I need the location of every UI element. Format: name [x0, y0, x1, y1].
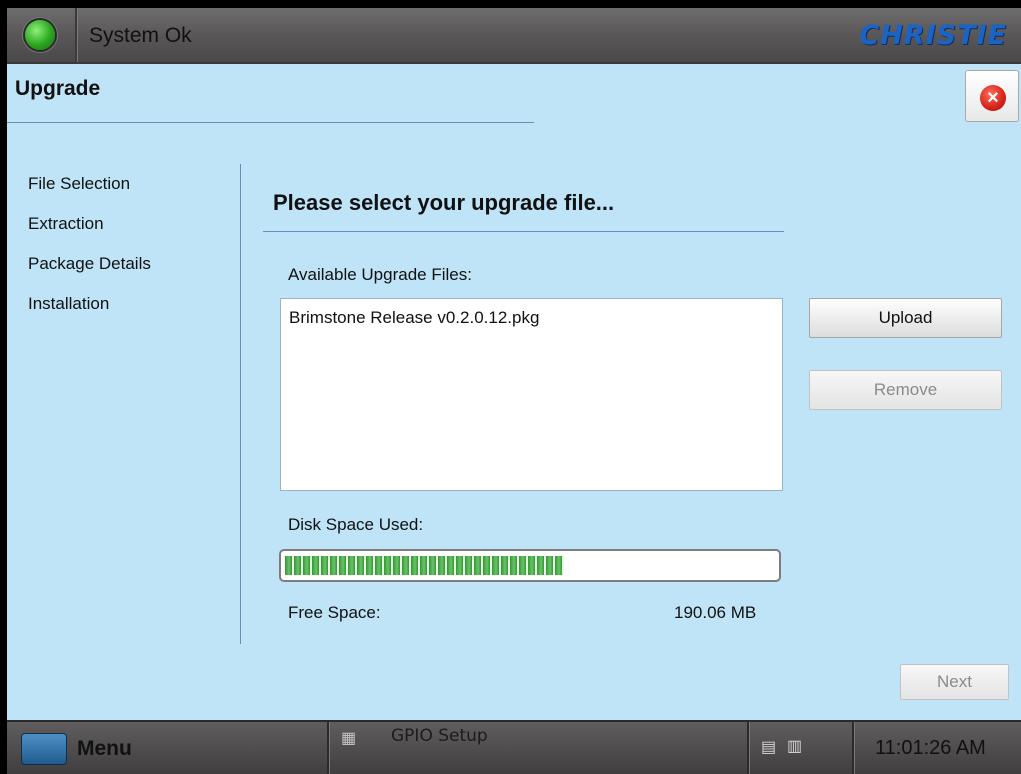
divider: [327, 722, 329, 774]
vertical-divider: [240, 164, 241, 644]
disk-usage-bar: [279, 549, 781, 582]
upload-button[interactable]: Upload: [809, 298, 1002, 338]
title-divider: [7, 122, 534, 123]
close-icon: ×: [980, 85, 1006, 111]
page-title: Upgrade: [15, 77, 101, 100]
divider: [75, 8, 77, 62]
file-list-item[interactable]: Brimstone Release v0.2.0.12.pkg: [289, 308, 539, 328]
disk-space-label: Disk Space Used:: [288, 515, 424, 534]
menu-icon[interactable]: [21, 733, 67, 765]
free-space-label: Free Space:: [288, 603, 381, 622]
system-status-text: System Ok: [89, 24, 192, 47]
free-space-value: 190.06 MB: [674, 603, 757, 622]
divider: [852, 722, 854, 774]
next-button[interactable]: Next: [900, 664, 1009, 700]
app-window: System Ok CHRISTIE Upgrade × File Select…: [7, 8, 1021, 774]
menu-button[interactable]: Menu: [77, 737, 132, 761]
heading-divider: [263, 231, 784, 232]
christie-logo: CHRISTIE: [859, 20, 1007, 51]
disk-usage-fill: [285, 556, 564, 575]
remove-button[interactable]: Remove: [809, 370, 1002, 410]
files-label: Available Upgrade Files:: [288, 265, 472, 284]
wizard-steps: File Selection Extraction Package Detail…: [28, 174, 151, 334]
clock: 11:01:26 AM: [875, 737, 986, 759]
taskbar: Menu ▦ GPIO Setup ▤ ▥ 11:01:26 AM: [7, 720, 1021, 774]
section-heading: Please select your upgrade file...: [273, 190, 615, 215]
close-button[interactable]: ×: [965, 70, 1019, 122]
status-indicator-icon[interactable]: [25, 20, 55, 50]
step-extraction: Extraction: [28, 214, 104, 233]
upgrade-file-list[interactable]: Brimstone Release v0.2.0.12.pkg: [280, 298, 783, 491]
network-icon[interactable]: ▥: [787, 736, 802, 756]
divider: [747, 722, 749, 774]
step-package-details: Package Details: [28, 254, 151, 273]
gpio-icon: ▦: [341, 730, 357, 747]
step-installation: Installation: [28, 294, 110, 313]
status-bar: System Ok CHRISTIE: [7, 8, 1021, 64]
tray-icon[interactable]: ▤: [761, 737, 776, 757]
step-file-selection: File Selection: [28, 174, 131, 193]
gpio-setup-item[interactable]: GPIO Setup: [391, 726, 488, 746]
